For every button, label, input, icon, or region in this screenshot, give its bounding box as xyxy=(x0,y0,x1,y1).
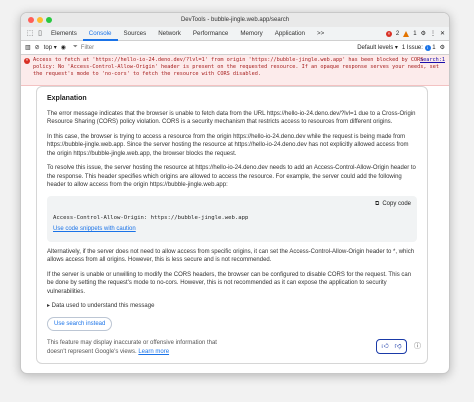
inspect-icon[interactable]: ⬚ xyxy=(25,29,35,39)
error-icon: × xyxy=(385,30,392,37)
error-text: Access to fetch at 'https://hello-io-24.… xyxy=(33,57,440,77)
copy-icon: ⧉ xyxy=(375,200,380,207)
learn-more-link[interactable]: Learn more xyxy=(138,349,169,355)
status-area: × 2 1 ⚙ ⋮ ✕ xyxy=(385,30,445,37)
more-tabs-button[interactable]: >> xyxy=(311,27,330,41)
disclaimer-text: This feature may display inaccurate or o… xyxy=(47,340,217,355)
more-options-icon[interactable]: ⋮ xyxy=(430,30,436,37)
log-levels-label: Default levels xyxy=(357,45,394,51)
warning-count[interactable]: 1 xyxy=(413,31,416,37)
code-snippet: Access-Control-Allow-Origin: https://bub… xyxy=(53,214,249,221)
thumbs-up-icon[interactable]: 👍︎ xyxy=(380,342,390,351)
tab-application[interactable]: Application xyxy=(269,27,311,41)
context-label: top xyxy=(43,45,53,51)
filter-icon: ⏷ xyxy=(72,44,78,50)
title-bar: DevTools - bubble-jingle.web.app/search xyxy=(21,13,449,27)
console-toolbar: ▥ ⊘ top ▾ ◉ ⏷ Filter Default levels ▾ 1 … xyxy=(21,41,449,55)
minimize-window-button[interactable] xyxy=(37,17,43,23)
tab-memory[interactable]: Memory xyxy=(234,27,268,41)
settings-icon[interactable]: ⚙ xyxy=(421,30,426,37)
explanation-paragraph-4: Alternatively, if the server does not ne… xyxy=(47,248,415,264)
context-selector[interactable]: top ▾ xyxy=(44,44,57,51)
tab-elements[interactable]: Elements xyxy=(45,27,83,41)
tab-performance[interactable]: Performance xyxy=(187,27,234,41)
disclaimer: This feature may display inaccurate or o… xyxy=(47,339,237,356)
window-controls xyxy=(28,17,52,23)
tab-sources[interactable]: Sources xyxy=(118,27,153,41)
copy-code-label: Copy code xyxy=(382,200,411,207)
explanation-paragraph-5: If the server is unable or unwilling to … xyxy=(47,271,412,295)
code-caution-link[interactable]: Use code snippets with caution xyxy=(53,225,411,234)
card-footer: This feature may display inaccurate or o… xyxy=(47,339,417,356)
explanation-paragraph-3: To resolve this issue, the server hostin… xyxy=(47,165,416,188)
console-settings-icon[interactable]: ⚙ xyxy=(440,44,445,51)
filter-placeholder: Filter xyxy=(80,44,95,51)
tab-network[interactable]: Network xyxy=(152,27,187,41)
sidebar-toggle-icon[interactable]: ▥ xyxy=(25,44,31,51)
use-search-button[interactable]: Use search instead xyxy=(47,316,113,331)
error-icon: × xyxy=(24,58,30,64)
copy-code-button[interactable]: ⧉ Copy code xyxy=(375,200,411,209)
error-count[interactable]: 2 xyxy=(396,31,399,37)
clear-console-icon[interactable]: ⊘ xyxy=(35,44,40,51)
error-source-link[interactable]: search:1 xyxy=(420,57,445,64)
close-window-button[interactable] xyxy=(28,17,34,23)
log-levels-dropdown[interactable]: Default levels ▾ xyxy=(357,44,398,51)
issues-count: 1 xyxy=(432,44,436,51)
warning-icon xyxy=(403,30,410,37)
data-used-disclosure[interactable]: ▸ Data used to understand this message xyxy=(47,302,417,311)
thumbs-down-icon[interactable]: 👎︎ xyxy=(393,342,403,351)
code-block: ⧉ Copy code Access-Control-Allow-Origin:… xyxy=(47,195,417,242)
eye-icon[interactable]: ◉ xyxy=(61,44,66,51)
panel-tabs: ⬚ ▯ Elements Console Sources Network Per… xyxy=(21,27,449,41)
info-icon[interactable]: ⓘ xyxy=(414,343,421,352)
explanation-title: Explanation xyxy=(47,95,87,102)
filter-input[interactable]: ⏷ Filter xyxy=(70,43,260,53)
feedback-buttons: 👍︎ 👎︎ xyxy=(376,339,407,354)
zoom-window-button[interactable] xyxy=(46,17,52,23)
issues-label: 1 Issue: xyxy=(401,44,423,51)
explanation-paragraph-1: The error message indicates that the bro… xyxy=(47,110,416,126)
explanation-paragraph-2: In this case, the browser is trying to a… xyxy=(47,133,409,157)
window-title: DevTools - bubble-jingle.web.app/search xyxy=(180,17,290,23)
issue-icon: i xyxy=(424,44,431,51)
device-toolbar-icon[interactable]: ▯ xyxy=(35,29,45,39)
close-devtools-icon[interactable]: ✕ xyxy=(440,30,445,37)
console-error-message[interactable]: × Access to fetch at 'https://hello-io-2… xyxy=(21,55,449,86)
explanation-card: Explanation The error message indicates … xyxy=(36,86,428,364)
issues-button[interactable]: 1 Issue: i 1 xyxy=(401,44,436,51)
tab-console[interactable]: Console xyxy=(82,27,118,41)
